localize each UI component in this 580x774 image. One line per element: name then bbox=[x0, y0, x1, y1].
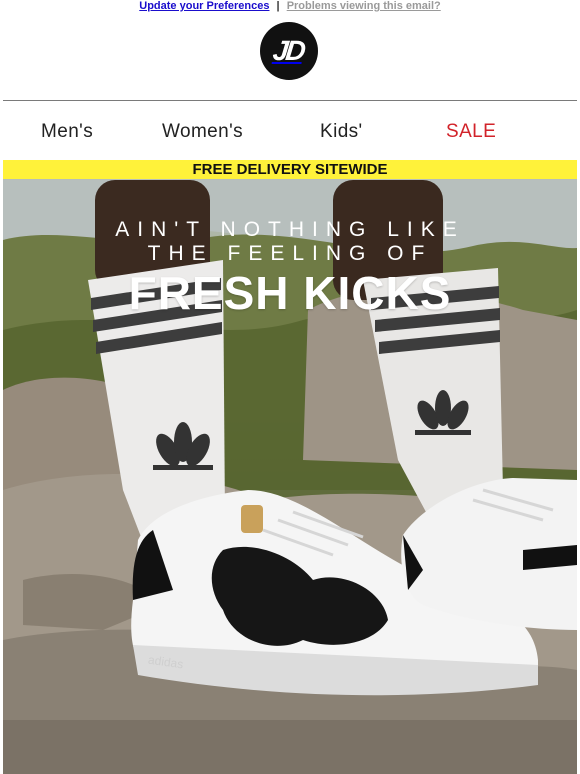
nav-item-mens[interactable]: Men's bbox=[41, 117, 93, 147]
category-nav: Men's Women's Kids' SALE bbox=[0, 117, 580, 147]
nav-item-kids[interactable]: Kids' bbox=[320, 117, 363, 147]
problems-viewing-link[interactable]: Problems viewing this email? bbox=[287, 0, 441, 12]
jd-logo[interactable]: JD bbox=[260, 22, 318, 80]
header-divider bbox=[3, 100, 577, 101]
headline-line-2: THE FEELING OF bbox=[147, 242, 433, 265]
preheader-bar: Update your Preferences | Problems viewi… bbox=[0, 0, 580, 14]
nav-item-womens[interactable]: Women's bbox=[162, 117, 243, 147]
update-preferences-link[interactable]: Update your Preferences bbox=[139, 0, 269, 12]
headline-line-1: AIN'T NOTHING LIKE bbox=[115, 218, 465, 241]
hero-banner-image[interactable]: FREE DELIVERY SITEWIDE AIN'T NOTHING LIK… bbox=[3, 160, 577, 774]
preheader-separator: | bbox=[276, 0, 280, 12]
logo-text: JD bbox=[271, 35, 305, 66]
free-delivery-banner: FREE DELIVERY SITEWIDE bbox=[3, 160, 577, 179]
nav-item-sale[interactable]: SALE bbox=[446, 117, 496, 147]
headline-line-3: FRESH KICKS bbox=[128, 267, 452, 319]
hero-headline: AIN'T NOTHING LIKE THE FEELING OF FRESH … bbox=[3, 218, 577, 318]
